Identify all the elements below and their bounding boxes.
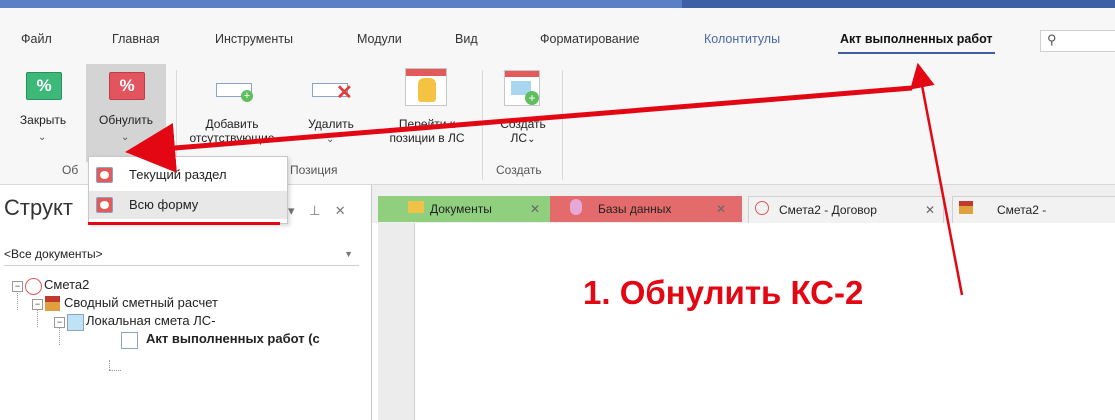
annotation-arrows [125,62,964,296]
arrow-to-reset [125,85,913,173]
arrow-to-tab [910,62,964,296]
